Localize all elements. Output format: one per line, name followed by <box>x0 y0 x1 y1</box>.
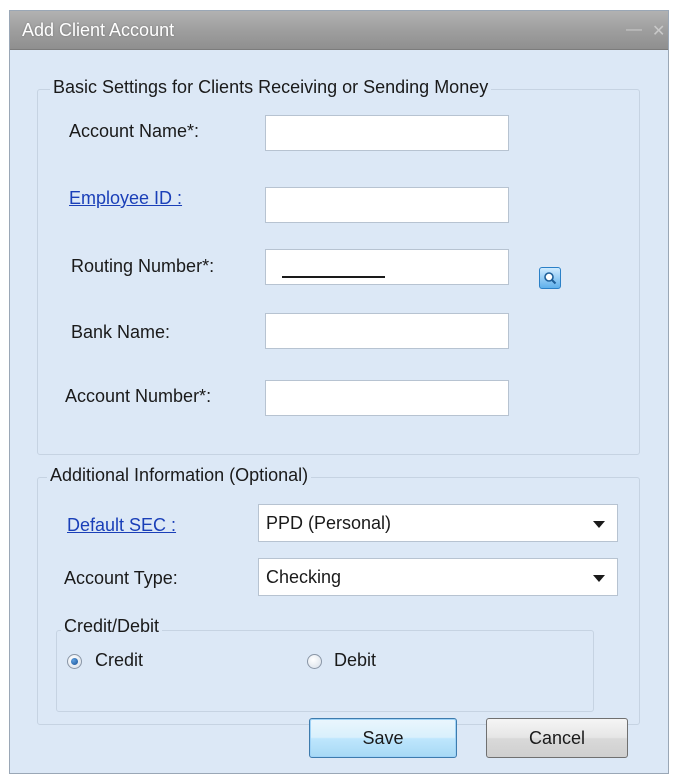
bank-name-label: Bank Name: <box>71 322 171 342</box>
default-sec-dropdown[interactable]: PPD (Personal) <box>258 504 618 542</box>
credit-radio[interactable] <box>67 654 82 669</box>
title-bar[interactable]: Add Client Account — ✕ <box>10 11 668 50</box>
default-sec-link[interactable]: Default SEC : <box>67 515 176 536</box>
basic-settings-legend: Basic Settings for Clients Receiving or … <box>50 77 492 98</box>
additional-info-legend: Additional Information (Optional) <box>47 465 312 486</box>
minimize-icon[interactable]: — <box>626 21 642 39</box>
routing-number-mask <box>282 276 385 278</box>
bank-name-field[interactable] <box>265 313 509 349</box>
debit-label[interactable]: Debit <box>334 650 376 671</box>
employee-id-link[interactable]: Employee ID : <box>69 188 182 209</box>
credit-label[interactable]: Credit <box>95 650 143 671</box>
account-number-field[interactable] <box>265 380 509 416</box>
account-name-field[interactable] <box>265 115 509 151</box>
window-title: Add Client Account <box>22 20 175 40</box>
credit-debit-group <box>56 630 594 712</box>
debit-radio[interactable] <box>307 654 322 669</box>
add-client-account-dialog: Add Client Account — ✕ Basic Settings fo… <box>9 10 669 774</box>
account-type-value: Checking <box>266 567 342 587</box>
save-button[interactable]: Save <box>309 718 457 758</box>
routing-number-field[interactable] <box>265 249 509 285</box>
account-name-label: Account Name*: <box>69 121 200 141</box>
account-number-label: Account Number*: <box>65 386 212 406</box>
routing-number-label: Routing Number*: <box>71 256 215 276</box>
chevron-down-icon <box>593 575 605 582</box>
chevron-down-icon <box>593 521 605 528</box>
cancel-button[interactable]: Cancel <box>486 718 628 758</box>
credit-debit-legend: Credit/Debit <box>61 616 163 637</box>
employee-id-field[interactable] <box>265 187 509 223</box>
default-sec-value: PPD (Personal) <box>266 513 392 533</box>
routing-lookup-button[interactable] <box>539 267 561 289</box>
account-type-label: Account Type: <box>64 568 178 588</box>
radio-selected-dot <box>71 658 78 665</box>
close-icon[interactable]: ✕ <box>652 21 665 41</box>
account-type-dropdown[interactable]: Checking <box>258 558 618 596</box>
